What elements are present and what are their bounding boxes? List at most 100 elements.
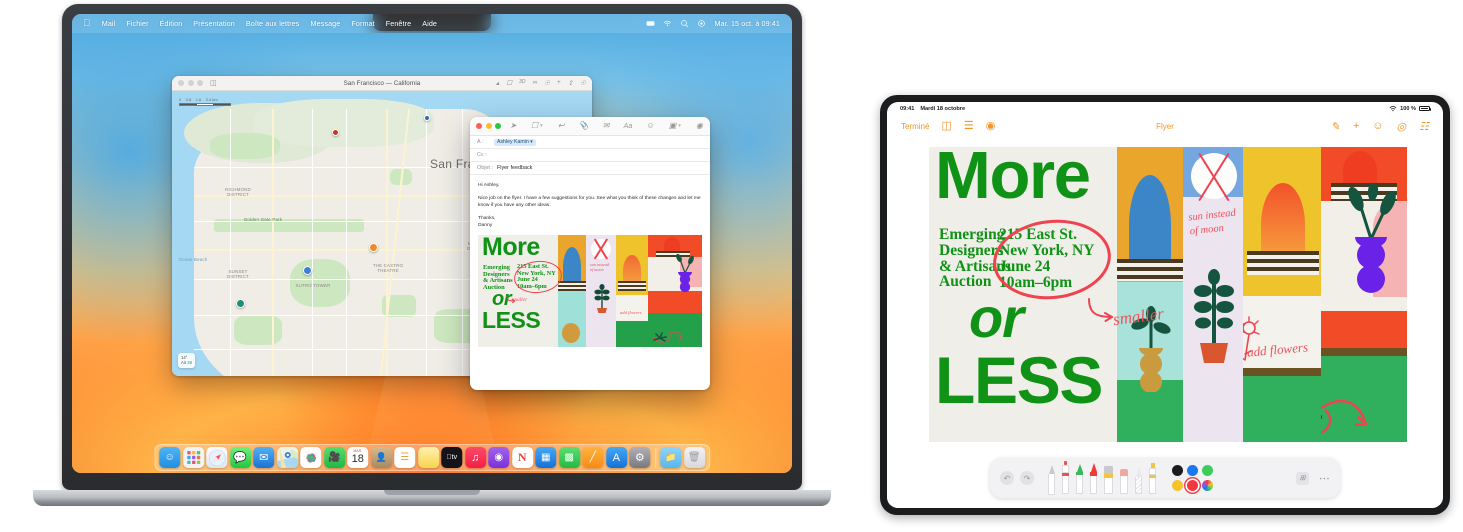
dock-item-podcasts[interactable]: ◉ xyxy=(488,447,510,468)
look-around-icon[interactable]: ☐ xyxy=(506,79,512,87)
tool-eraser[interactable] xyxy=(1104,466,1113,495)
tool-smudge[interactable] xyxy=(1120,469,1128,495)
dock-item-finder[interactable]: ☺ xyxy=(159,447,181,468)
mail-cc-field[interactable]: Cc : xyxy=(470,149,710,162)
more-icon[interactable]: ⋯ xyxy=(1317,472,1330,485)
dock-item-music[interactable]: ♫ xyxy=(464,447,486,468)
search-icon[interactable] xyxy=(680,19,689,28)
dock-item-trash[interactable]: 🗑 xyxy=(683,447,705,468)
attach-icon[interactable]: 📎 xyxy=(578,122,590,130)
send-icon[interactable]: ➤ xyxy=(509,122,518,130)
map-pin-zoo[interactable] xyxy=(236,299,245,308)
maximize-button[interactable] xyxy=(197,80,203,86)
dock-item-messages[interactable]: 💬 xyxy=(229,447,251,468)
tool-marker[interactable] xyxy=(1076,464,1083,495)
document-icon[interactable]: ☷ xyxy=(1419,120,1429,133)
dock-item-safari[interactable] xyxy=(206,447,228,468)
markup-tools-icon[interactable]: ◉ xyxy=(986,120,996,132)
siri-icon[interactable] xyxy=(697,19,706,28)
apple-logo-icon[interactable]:  xyxy=(80,18,96,30)
color-red-selected[interactable] xyxy=(1187,480,1198,491)
ipad-toolbar[interactable]: Terminé ◫ ☰ ◉ Flyer ✎ + ☺ ◎ ☷ xyxy=(887,115,1443,137)
share-person-icon[interactable]: ☺ xyxy=(1372,120,1383,132)
dock-item-calendar[interactable]: MAR. 18 xyxy=(347,447,369,468)
wifi-icon[interactable] xyxy=(663,19,672,28)
account-icon[interactable]: ☉ xyxy=(580,79,586,87)
color-yellow[interactable] xyxy=(1172,480,1183,491)
share-icon[interactable]: ⇪ xyxy=(568,79,573,87)
mail-subject-field[interactable]: Objet : Flyer feedback xyxy=(470,162,710,175)
dock-item-settings[interactable]: ⚙ xyxy=(629,447,651,468)
menu-item-edition[interactable]: Édition xyxy=(154,19,188,28)
map-pin-pier[interactable] xyxy=(424,115,430,121)
tool-lasso[interactable] xyxy=(1135,467,1142,495)
maps-titlebar[interactable]: ◫ San Francisco — California ▴ ☐ 3D ∞ ☉ … xyxy=(172,76,592,91)
color-blue[interactable] xyxy=(1187,465,1198,476)
menu-item-fichier[interactable]: Fichier xyxy=(121,19,154,28)
3d-icon[interactable]: 3D xyxy=(519,79,525,87)
minimize-button[interactable] xyxy=(485,123,492,129)
dock-item-downloads-folder[interactable]: 📁 xyxy=(660,447,682,468)
tool-highlighter[interactable] xyxy=(1062,461,1069,495)
menu-item-format[interactable]: Format xyxy=(346,19,380,28)
tool-highlighter-2[interactable] xyxy=(1149,463,1156,495)
tool-crayon[interactable] xyxy=(1090,463,1097,495)
map-weather-widget[interactable]: 14° Air 38 xyxy=(178,352,195,368)
map-pin-sutro[interactable] xyxy=(303,266,312,275)
emoji-icon[interactable]: ☺ xyxy=(645,122,655,130)
markup-icon[interactable]: ◉ xyxy=(695,122,704,130)
mail-subject-value[interactable]: Flyer feedback xyxy=(497,165,532,171)
close-button[interactable] xyxy=(178,80,184,86)
dock-item-numbers[interactable]: ▩ xyxy=(558,447,580,468)
dock-item-contacts[interactable]: 👤 xyxy=(370,447,392,468)
undo-icon[interactable]: ↶ xyxy=(1000,471,1014,485)
mailbox-icon[interactable]: ✉ xyxy=(602,122,611,130)
mail-compose-window[interactable]: ➤ ☐ ▼ ↩ 📎 ✉ Aa ☺ ▣ ▼ ◉ À: Ashley Kamin … xyxy=(470,117,710,390)
menu-item-boite-aux-lettres[interactable]: Boîte aux lettres xyxy=(240,19,305,28)
add-icon[interactable]: + xyxy=(1353,120,1359,132)
dock-item-facetime[interactable]: 🎥 xyxy=(323,447,345,468)
color-green[interactable] xyxy=(1202,465,1213,476)
menubar-status-items[interactable]: Mar. 15 oct. à 09:41 xyxy=(646,19,784,28)
markup-pen-icon[interactable]: ✎ xyxy=(1331,120,1340,133)
menu-item-mail[interactable]: Mail xyxy=(96,19,121,28)
dock-item-app-store[interactable]: A xyxy=(605,447,627,468)
more-circle-icon[interactable]: ◎ xyxy=(1397,120,1407,133)
maps-traffic-lights[interactable] xyxy=(178,80,203,86)
media-icon[interactable]: ▣ ▼ xyxy=(668,122,683,130)
mail-to-recipient-token[interactable]: Ashley Kamin ▾ xyxy=(494,138,536,146)
dock-item-pages[interactable]: ╱ xyxy=(582,447,604,468)
binoculars-icon[interactable]: ∞ xyxy=(532,79,537,87)
sidebar-toggle-icon[interactable]: ◫ xyxy=(210,79,217,87)
maximize-button[interactable] xyxy=(495,123,501,129)
menu-item-aide[interactable]: Aide xyxy=(417,19,443,28)
dock-item-news[interactable]: N xyxy=(511,447,533,468)
dock-item-mail[interactable]: ✉ xyxy=(253,447,275,468)
list-icon[interactable]: ☰ xyxy=(964,120,974,132)
mac-menu-bar[interactable]:  Mail Fichier Édition Présentation Boît… xyxy=(72,14,792,33)
mail-body[interactable]: Hi Ashley, Nice job on the flyer. I have… xyxy=(470,175,710,230)
dock-item-reminders[interactable]: ☰ xyxy=(394,447,416,468)
dock-item-launchpad[interactable] xyxy=(182,447,204,468)
reply-icon[interactable]: ↩ xyxy=(557,122,566,130)
map-pin-golden-gate-bridge[interactable] xyxy=(332,129,339,136)
control-center-icon[interactable] xyxy=(646,19,655,28)
mail-toolbar-buttons[interactable]: ➤ ☐ ▼ ↩ 📎 ✉ Aa ☺ ▣ ▼ ◉ xyxy=(509,122,704,130)
dock-item-maps[interactable] xyxy=(276,447,298,468)
mail-toolbar[interactable]: ➤ ☐ ▼ ↩ 📎 ✉ Aa ☺ ▣ ▼ ◉ xyxy=(470,117,710,136)
minimize-button[interactable] xyxy=(187,80,194,86)
sidebar-icon[interactable]: ◫ xyxy=(941,120,951,132)
menu-item-message[interactable]: Message xyxy=(305,19,346,28)
tool-pen[interactable] xyxy=(1048,465,1055,495)
plus-icon[interactable]: + xyxy=(557,79,561,87)
dock-item-notes[interactable] xyxy=(417,447,439,468)
map-pin-castro[interactable] xyxy=(369,243,378,252)
dock-item-apple-tv[interactable]: tv xyxy=(441,447,463,468)
color-black[interactable] xyxy=(1172,465,1183,476)
ipad-toolbar-right[interactable]: ✎ + ☺ ◎ ☷ xyxy=(1331,120,1429,133)
mail-to-field[interactable]: À : Ashley Kamin ▾ xyxy=(470,136,710,149)
location-icon[interactable]: ▴ xyxy=(496,79,499,87)
mail-traffic-lights[interactable] xyxy=(476,123,501,129)
done-button[interactable]: Terminé xyxy=(901,122,929,131)
dock-item-keynote[interactable]: ▦ xyxy=(535,447,557,468)
